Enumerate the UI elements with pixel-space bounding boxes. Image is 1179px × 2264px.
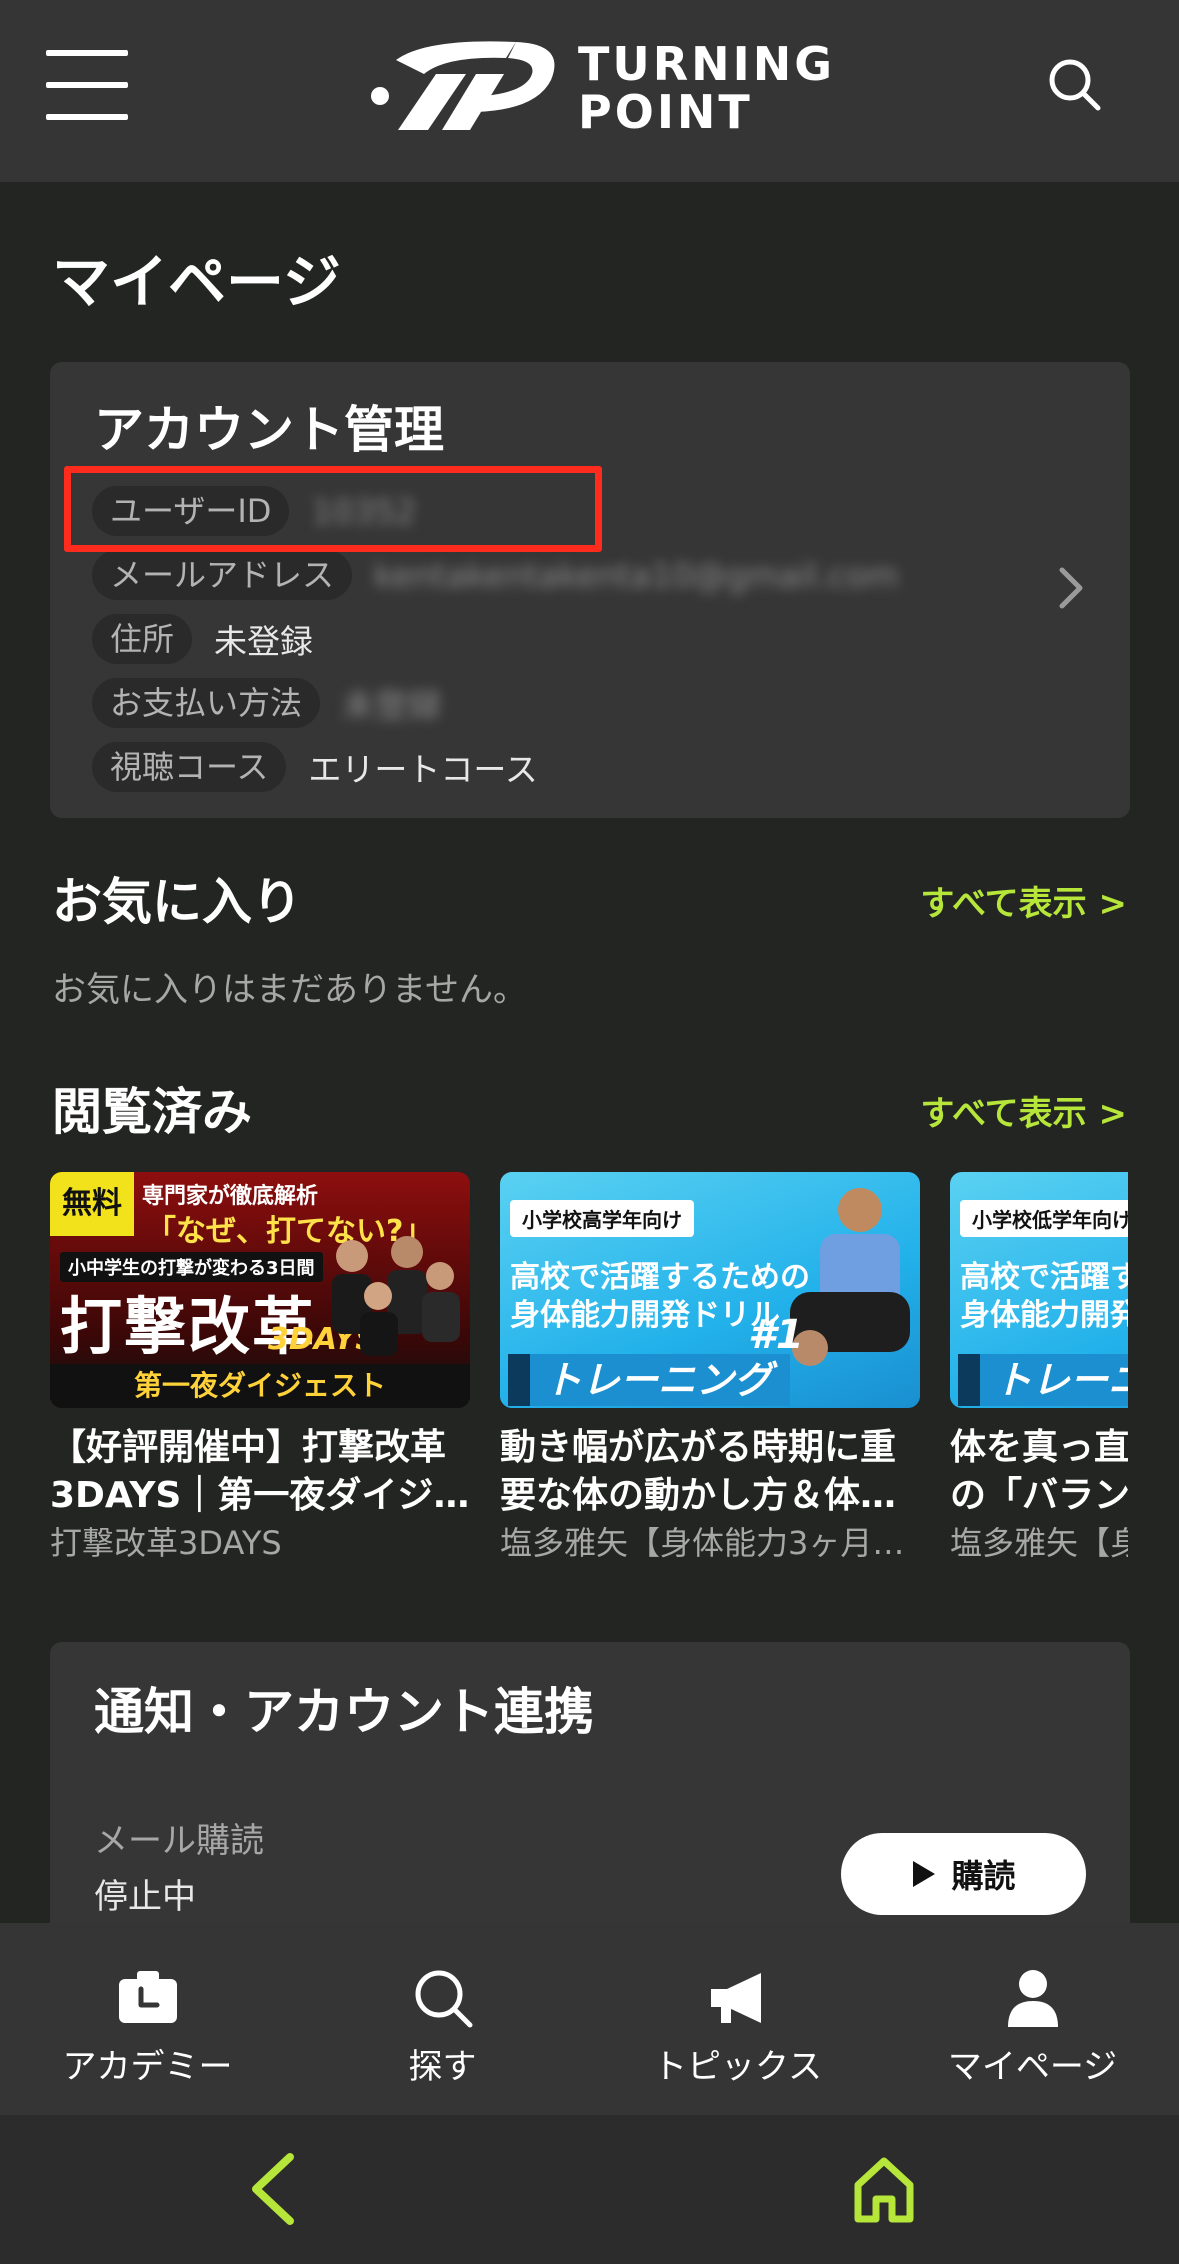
email-label: メールアドレス <box>92 550 353 600</box>
address-row: 住所 未登録 <box>92 614 313 664</box>
video-title: 体を真っ直ぐに保つための「バランス <box>950 1427 1128 1516</box>
app-header: TURNING POINT <box>0 0 1179 182</box>
thumb-decoration <box>958 1354 980 1406</box>
play-icon <box>913 1861 936 1887</box>
megaphone-icon <box>711 1973 761 2023</box>
payment-row: お支払い方法 未登録 <box>92 678 441 728</box>
tab-mypage-label: マイページ <box>947 2047 1118 2087</box>
mail-subscription-label: メール購読 <box>94 1821 264 1861</box>
video-thumbnail[interactable]: 小学校高学年向け 高校で活躍するための 身体能力開発ドリル #1 トレーニング <box>500 1172 920 1408</box>
logo-mark-icon <box>371 41 555 130</box>
history-carousel[interactable]: 無料 専門家が徹底解析 「なぜ、打てない?」 小中学生の打撃が変わる3日間 打撃… <box>0 1160 1128 1580</box>
video-subtitle: 塩多雅矢【身体能力3ヶ月… <box>500 1524 905 1562</box>
tab-mypage[interactable]: マイページ <box>885 1923 1179 2115</box>
video-thumbnail[interactable]: 小学校低学年向け 高校で活躍するための 身体能力開発ドリル トレーニング <box>950 1172 1128 1408</box>
payment-value: 未登録 <box>342 686 442 725</box>
system-navigation-bar <box>0 2115 1179 2264</box>
notification-account-card: 通知・アカウント連携 メール購読 停止中 購読 <box>50 1642 1130 1942</box>
thumb-text: 身体能力開発ドリル <box>960 1298 1128 1333</box>
coach-image <box>790 1188 910 1366</box>
notification-card-title: 通知・アカウント連携 <box>94 1683 594 1741</box>
video-subtitle: 塩多雅矢【身 <box>950 1524 1128 1562</box>
search-icon[interactable] <box>1044 54 1104 114</box>
thumb-text: トレーニング <box>980 1354 1128 1406</box>
academy-icon <box>119 1971 177 2023</box>
thumb-text: 第一夜ダイジェスト <box>50 1364 470 1408</box>
bottom-tab-bar: アカデミー 探す トピックス マイページ <box>0 1923 1179 2115</box>
home-icon[interactable] <box>852 2155 916 2225</box>
chevron-right-icon[interactable] <box>1056 566 1086 610</box>
thumb-text: #1 <box>748 1312 804 1358</box>
search-icon <box>415 1970 473 2028</box>
favorites-title: お気に入り <box>52 873 302 931</box>
thumb-text: 小学校低学年向け <box>960 1200 1128 1237</box>
payment-label: お支払い方法 <box>92 678 321 728</box>
hamburger-menu-icon[interactable] <box>46 46 128 122</box>
tab-search[interactable]: 探す <box>295 1923 590 2115</box>
account-card-title: アカウント管理 <box>94 401 444 459</box>
page-title: マイページ <box>52 248 341 316</box>
favorites-see-all-link[interactable]: すべて表示 > <box>920 882 1127 926</box>
tab-academy-label: アカデミー <box>62 2047 233 2087</box>
course-row: 視聴コース エリートコース <box>92 742 538 792</box>
subscribe-button[interactable]: 購読 <box>841 1833 1086 1915</box>
thumb-text: 身体能力開発ドリル <box>510 1298 780 1333</box>
thumb-text: 小学校高学年向け <box>510 1200 694 1237</box>
email-row: メールアドレス kentakentakenta10@gmail.com <box>92 550 899 600</box>
user-id-highlight-box <box>64 466 602 552</box>
history-title: 閲覧済み <box>52 1083 252 1141</box>
thumb-decoration <box>508 1354 530 1406</box>
mail-subscription-status: 停止中 <box>94 1877 196 1917</box>
video-title: 【好評開催中】打撃改革3DAYS｜第一夜ダイジ… <box>50 1427 470 1516</box>
history-see-all-link[interactable]: すべて表示 > <box>920 1092 1127 1136</box>
tab-topics[interactable]: トピックス <box>590 1923 885 2115</box>
favorites-empty-text: お気に入りはまだありません。 <box>52 970 527 1010</box>
video-subtitle: 打撃改革3DAYS <box>50 1524 282 1562</box>
account-management-card[interactable]: アカウント管理 ユーザーID 10352 メールアドレス kentakentak… <box>50 362 1130 818</box>
thumb-text: トレーニング <box>530 1354 790 1406</box>
video-card[interactable]: 小学校高学年向け 高校で活躍するための 身体能力開発ドリル #1 トレーニング … <box>500 1172 920 1564</box>
address-value: 未登録 <box>214 622 314 661</box>
back-arrow-icon[interactable] <box>248 2151 298 2227</box>
tab-topics-label: トピックス <box>653 2047 822 2087</box>
players-image <box>332 1236 460 1356</box>
subscribe-button-label: 購読 <box>951 1857 1016 1895</box>
email-value: kentakentakenta10@gmail.com <box>374 555 899 595</box>
course-value: エリートコース <box>308 750 538 789</box>
free-badge: 無料 <box>50 1172 134 1236</box>
person-icon <box>1008 1970 1058 2027</box>
video-title: 動き幅が広がる時期に重要な体の動かし方＆体… <box>500 1427 897 1516</box>
course-label: 視聴コース <box>92 742 287 792</box>
turning-point-logo[interactable]: TURNING POINT <box>366 30 832 140</box>
logo-text: TURNING POINT <box>578 37 836 139</box>
tab-search-label: 探す <box>408 2047 477 2087</box>
video-thumbnail[interactable]: 無料 専門家が徹底解析 「なぜ、打てない?」 小中学生の打撃が変わる3日間 打撃… <box>50 1172 470 1408</box>
video-card[interactable]: 小学校低学年向け 高校で活躍するための 身体能力開発ドリル トレーニング 体を真… <box>950 1172 1128 1564</box>
tab-academy[interactable]: アカデミー <box>0 1923 295 2115</box>
address-label: 住所 <box>92 614 193 664</box>
video-card[interactable]: 無料 専門家が徹底解析 「なぜ、打てない?」 小中学生の打撃が変わる3日間 打撃… <box>50 1172 470 1564</box>
